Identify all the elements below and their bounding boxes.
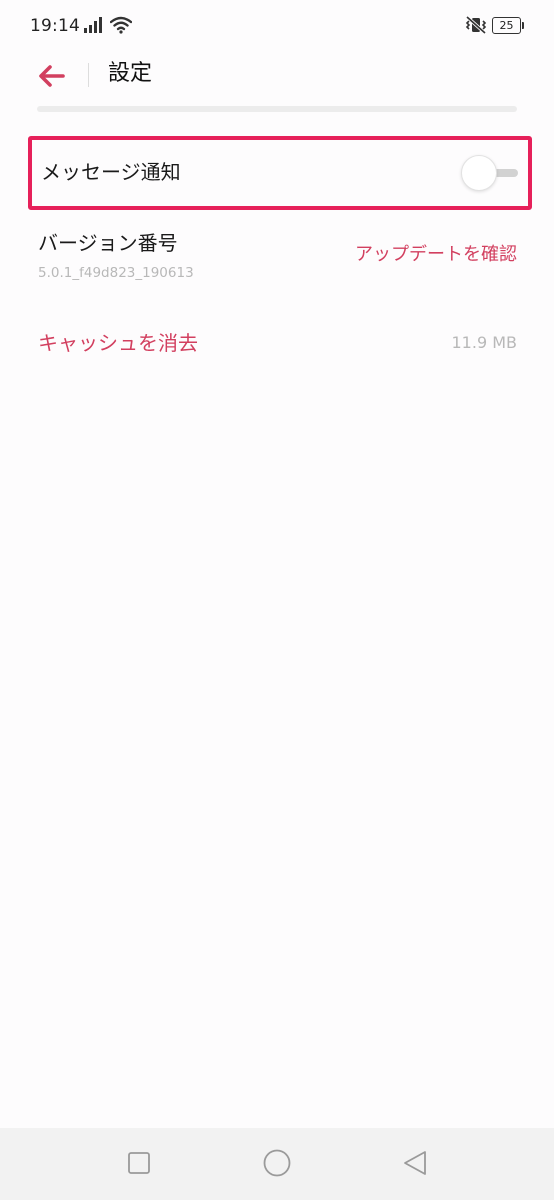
navigation-bar [0, 1128, 554, 1200]
recents-square-icon[interactable] [126, 1150, 152, 1176]
wifi-icon [110, 16, 132, 34]
message-notification-label: メッセージ通知 [41, 160, 181, 184]
vibrate-off-icon [465, 15, 487, 35]
top-separator [37, 106, 517, 112]
clear-cache-button[interactable]: キャッシュを消去 [38, 328, 198, 358]
check-update-link[interactable]: アップデートを確認 [355, 242, 517, 268]
battery-level: 25 [492, 17, 521, 34]
message-notification-toggle[interactable] [460, 154, 522, 192]
battery-tip [522, 22, 524, 29]
home-circle-icon[interactable] [262, 1148, 292, 1178]
page-title: 設定 [108, 61, 153, 86]
status-time: 19:14 [30, 16, 80, 36]
toggle-knob [461, 155, 497, 191]
battery-icon: 25 [492, 17, 524, 34]
message-notification-row: メッセージ通知 [28, 136, 532, 210]
status-bar: 19:14 25 [0, 0, 554, 56]
header-divider [88, 63, 89, 87]
back-triangle-icon[interactable] [400, 1148, 430, 1178]
cache-size: 11.9 MB [451, 333, 518, 352]
back-button[interactable] [32, 56, 72, 96]
signal-icon [84, 17, 102, 33]
arrow-left-icon [39, 65, 65, 87]
version-value: 5.0.1_f49d823_190613 [38, 265, 194, 281]
version-label: バージョン番号 [38, 231, 178, 255]
